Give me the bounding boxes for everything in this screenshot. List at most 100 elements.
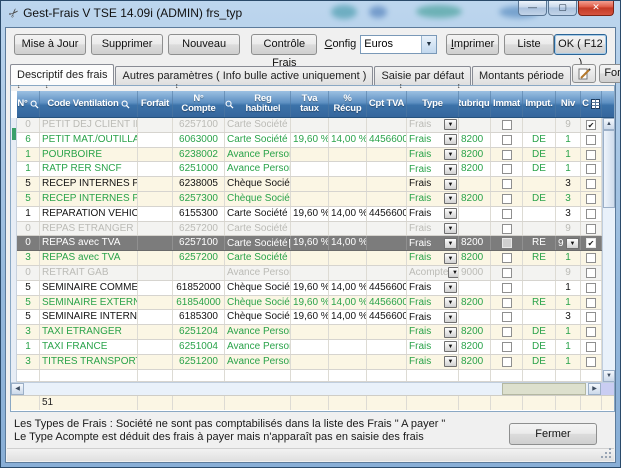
cell-cpt[interactable] [367, 251, 407, 265]
cell-c[interactable] [581, 251, 602, 265]
column-header-code[interactable]: Code Ventilation [40, 91, 138, 117]
cell-imput[interactable]: RE [523, 296, 556, 310]
c-checkbox[interactable] [586, 268, 596, 278]
cell-tva[interactable]: 19,60 % [291, 310, 329, 324]
cell-tva[interactable]: 19,60 % [291, 236, 329, 250]
cell-tva[interactable] [291, 192, 329, 206]
cell-c[interactable] [581, 177, 602, 191]
cell-recup[interactable]: 14,00 % [329, 236, 367, 250]
table-row[interactable]: 1RATP RER SNCF6251000Avance PersonrFrais… [17, 162, 602, 177]
immat-checkbox[interactable] [502, 179, 512, 189]
cell-tva[interactable]: 19,60 % [291, 281, 329, 295]
dropdown-button[interactable]: ▼ [444, 119, 457, 130]
cell-n[interactable]: 1 [17, 148, 40, 162]
cell-cpt[interactable]: 4456600 [367, 207, 407, 221]
column-header-compte[interactable]: N°Compte [173, 91, 225, 117]
cell-immat[interactable] [491, 177, 523, 191]
cell-type[interactable]: Frais▼ [407, 148, 459, 162]
fermer-button[interactable]: Fermer [509, 423, 597, 445]
immat-checkbox[interactable] [502, 253, 512, 263]
cell-compte[interactable]: 61854000 [173, 296, 225, 310]
cell-c[interactable] [581, 310, 602, 324]
c-checkbox[interactable]: ✔ [586, 238, 596, 248]
cell-niv[interactable]: 1 [556, 296, 581, 310]
cell-c[interactable] [581, 192, 602, 206]
cell-rubrique[interactable] [459, 310, 491, 324]
dropdown-button[interactable]: ▼ [448, 267, 459, 278]
cell-rubrique[interactable]: 8200 [459, 340, 491, 354]
cell-immat[interactable] [491, 118, 523, 132]
immat-checkbox[interactable] [502, 357, 512, 367]
cell-type[interactable]: Frais▼ [407, 310, 459, 324]
dropdown-button[interactable]: ▼ [444, 341, 457, 352]
cell-compte[interactable]: 6257300 [173, 192, 225, 206]
cell-rubrique[interactable]: 8200 [459, 296, 491, 310]
immat-checkbox[interactable] [502, 238, 512, 248]
cell-cpt[interactable] [367, 148, 407, 162]
c-checkbox[interactable] [586, 209, 596, 219]
cell-compte[interactable] [173, 266, 225, 280]
cell-forfait[interactable] [138, 355, 173, 369]
cell-rubrique[interactable] [459, 222, 491, 236]
cell-niv[interactable]: 1 [556, 325, 581, 339]
cell-code[interactable]: RATP RER SNCF [40, 162, 138, 176]
dropdown-button[interactable]: ▼ [444, 134, 457, 145]
table-row[interactable]: 0REPAS ETRANGER6257200Carte SociétéFrais… [17, 222, 602, 237]
c-checkbox[interactable] [586, 298, 596, 308]
dropdown-button[interactable]: ▼ [444, 149, 457, 160]
cell-reg[interactable]: Carte Société [225, 133, 291, 147]
cell-cpt[interactable]: 4456600 [367, 310, 407, 324]
table-row[interactable]: 1REPARATION VEHICUL6155300Carte Société1… [17, 207, 602, 222]
cell-reg[interactable]: Avance Personr [225, 266, 291, 280]
cell-reg[interactable]: Chèque Société [225, 177, 291, 191]
close-button[interactable]: ✕ [578, 1, 614, 16]
c-checkbox[interactable] [586, 224, 596, 234]
c-checkbox[interactable] [586, 283, 596, 293]
cell-forfait[interactable] [138, 340, 173, 354]
cell-tva[interactable] [291, 266, 329, 280]
cell-code[interactable]: TITRES TRANSPORT E [40, 355, 138, 369]
c-checkbox[interactable] [586, 150, 596, 160]
cell-tva[interactable]: 19,60 % [291, 207, 329, 221]
cell-immat[interactable] [491, 281, 523, 295]
cell-forfait[interactable] [138, 133, 173, 147]
cell-c[interactable] [581, 133, 602, 147]
cell-niv[interactable]: 1 [556, 148, 581, 162]
immat-checkbox[interactable] [502, 194, 512, 204]
table-row[interactable]: 1TAXI FRANCE6251004Avance PersonrFrais▼8… [17, 340, 602, 355]
immat-checkbox[interactable] [502, 283, 512, 293]
vertical-scroll-thumb[interactable] [603, 130, 615, 208]
imprimer-button[interactable]: Imprimer [446, 34, 499, 55]
cell-tva[interactable] [291, 177, 329, 191]
cell-compte[interactable]: 6257100 [173, 118, 225, 132]
cell-c[interactable] [581, 266, 602, 280]
cell-imput[interactable] [523, 222, 556, 236]
cell-rubrique[interactable]: 8200 [459, 162, 491, 176]
cell-recup[interactable]: 14,00 % [329, 281, 367, 295]
column-header-cpt[interactable]: Cpt TVA [367, 91, 407, 117]
cell-code[interactable]: SEMINAIRE INTERNE [40, 310, 138, 324]
cell-n[interactable]: 1 [17, 162, 40, 176]
cell-c[interactable] [581, 340, 602, 354]
nouveau-button[interactable]: Nouveau [168, 34, 240, 55]
cell-rubrique[interactable]: 8200 [459, 192, 491, 206]
cell-immat[interactable] [491, 340, 523, 354]
cell-c[interactable] [581, 162, 602, 176]
controle-frais-button[interactable]: Contrôle Frais [251, 34, 317, 55]
column-header-c[interactable]: C [581, 91, 602, 117]
table-row[interactable]: 5SEMINAIRE COMMERCI61852000Chèque Sociét… [17, 281, 602, 296]
cell-n[interactable]: 0 [17, 222, 40, 236]
cell-niv[interactable]: 1 [556, 355, 581, 369]
cell-code[interactable]: REPAS avec TVA [40, 251, 138, 265]
cell-code[interactable]: PETIT MAT./OUTILLAG [40, 133, 138, 147]
cell-niv[interactable]: 1 [556, 340, 581, 354]
cell-n[interactable]: 5 [17, 177, 40, 191]
cell-forfait[interactable] [138, 192, 173, 206]
scroll-down-button[interactable]: ▼ [603, 370, 615, 382]
cell-imput[interactable]: DE [523, 192, 556, 206]
dropdown-button[interactable]: ▼ [444, 297, 457, 308]
cell-n[interactable]: 0 [17, 236, 40, 250]
cell-code[interactable]: REPAS avec TVA [40, 236, 138, 250]
cell-tva[interactable] [291, 325, 329, 339]
cell-tva[interactable] [291, 355, 329, 369]
